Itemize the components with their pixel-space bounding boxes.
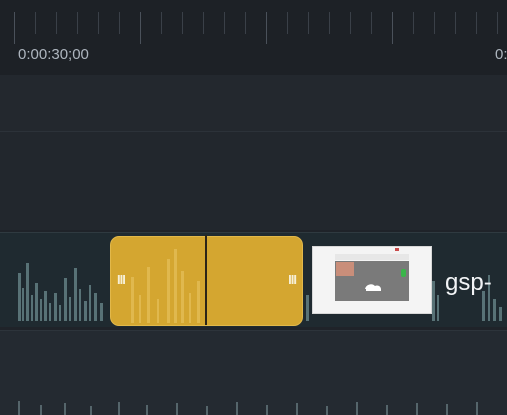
- ruler-tick: [245, 12, 246, 34]
- clip-thumbnail[interactable]: [313, 247, 431, 313]
- screen-recording-thumbnail: [313, 247, 431, 313]
- clip-trim-handle-right[interactable]: III: [288, 272, 297, 287]
- ruler-tick: [371, 12, 372, 34]
- ruler-tick: [77, 12, 78, 34]
- ruler-tick: [182, 12, 183, 34]
- ruler-tick: [266, 12, 267, 44]
- ruler-tick: [350, 12, 351, 34]
- audio-track[interactable]: III III gsp-: [0, 232, 507, 327]
- ruler-tick: [203, 12, 204, 34]
- timecode-label: 0:00:30;00: [18, 46, 89, 63]
- ruler-tick: [287, 12, 288, 34]
- ruler-tick: [434, 12, 435, 34]
- ruler-tick: [224, 12, 225, 34]
- ruler-tick: [455, 12, 456, 34]
- ruler-tick: [161, 12, 162, 34]
- ruler-tick: [119, 12, 120, 34]
- audio-track-bottom[interactable]: [0, 330, 507, 415]
- ruler-tick: [392, 12, 393, 44]
- timecode-label-next: 0:: [495, 46, 507, 63]
- time-ruler[interactable]: 0:00:30;00 0:: [0, 0, 507, 75]
- ruler-tick: [35, 12, 36, 34]
- ruler-tick: [140, 12, 141, 44]
- audio-waveform-bottom: [18, 401, 478, 415]
- clip-title: gsp-: [445, 269, 492, 296]
- clip-trim-handle-left[interactable]: III: [117, 272, 126, 287]
- ruler-tick: [56, 12, 57, 34]
- ruler-tick: [14, 12, 15, 44]
- ruler-tick: [413, 12, 414, 34]
- ruler-tick: [308, 12, 309, 34]
- track-empty-1[interactable]: [0, 75, 507, 132]
- ruler-tick: [476, 12, 477, 34]
- ruler-tick: [497, 12, 498, 34]
- ruler-tick: [98, 12, 99, 34]
- track-empty-2[interactable]: [0, 132, 507, 230]
- ruler-tick: [329, 12, 330, 34]
- clip-split-line[interactable]: [205, 235, 207, 325]
